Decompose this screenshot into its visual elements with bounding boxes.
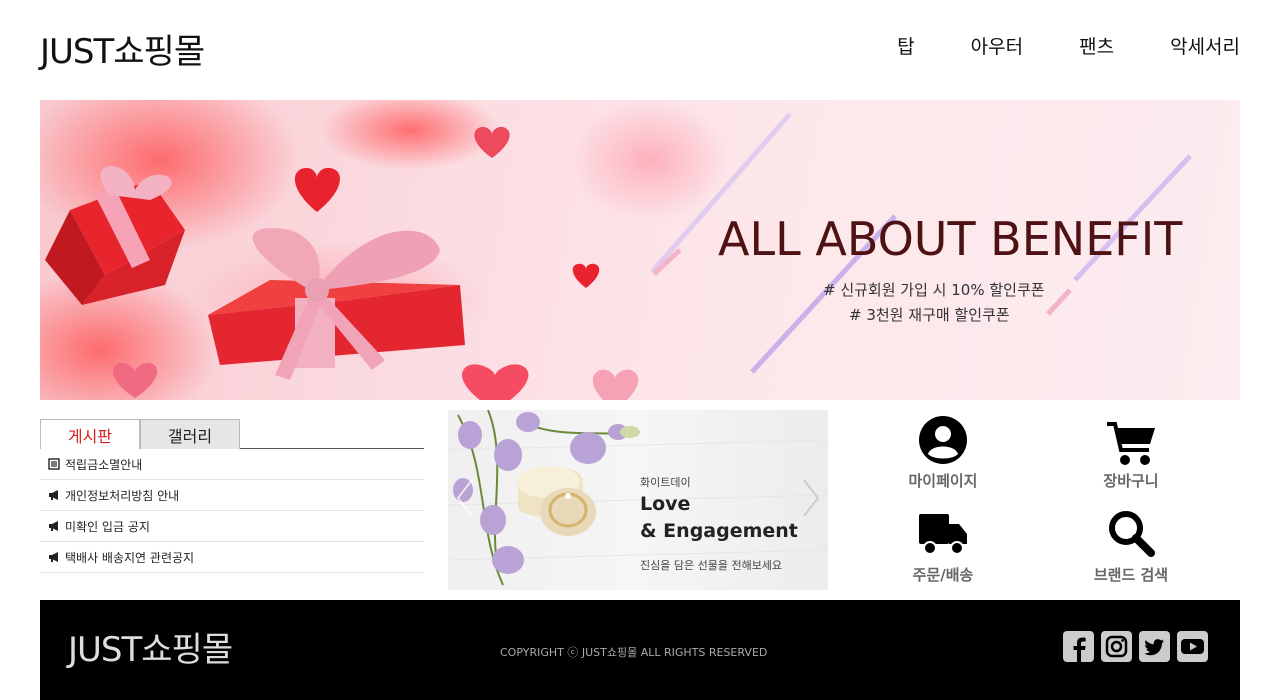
quick-label-cart: 장바구니 [1103, 472, 1159, 490]
footer: JUST쇼핑몰 COPYRIGHT ⓒ JUST쇼핑몰 ALL RIGHTS R… [40, 600, 1240, 700]
footer-logo[interactable]: JUST쇼핑몰 [68, 622, 233, 671]
notice-board: 게시판 갤러리 적립금소멸안내 개인정보처리방침 안내 미확인 입금 공지 택배… [40, 419, 424, 573]
list-icon [48, 458, 60, 470]
cart-icon [1103, 412, 1159, 468]
list-item-text: 택배사 배송지연 관련공지 [65, 550, 195, 565]
page: JUST쇼핑몰 탑 아우터 팬츠 악세서리 ALL ABOUT BENEFIT … [0, 0, 1280, 700]
tab-board[interactable]: 게시판 [40, 419, 140, 449]
promo-slide[interactable]: 화이트데이 Love & Engagement 진심을 담은 선물을 전해보세요 [448, 410, 828, 590]
promo-title-line2: & Engagement [640, 520, 798, 542]
order-delivery-button[interactable]: 주문/배송 [863, 506, 1023, 585]
nav-item-pants[interactable]: 팬츠 [1079, 32, 1114, 59]
nav-item-outer[interactable]: 아우터 [971, 32, 1023, 59]
user-circle-icon [915, 412, 971, 468]
promo-subtitle: 화이트데이 [640, 476, 691, 489]
tab-gallery[interactable]: 갤러리 [140, 419, 240, 449]
quick-label-mypage: 마이페이지 [908, 472, 978, 490]
megaphone-icon [48, 520, 60, 532]
board-list: 적립금소멸안내 개인정보처리방침 안내 미확인 입금 공지 택배사 배송지연 관… [40, 449, 424, 573]
list-item-text: 개인정보처리방침 안내 [65, 488, 180, 503]
nav-item-accessory[interactable]: 악세서리 [1170, 32, 1240, 59]
mypage-button[interactable]: 마이페이지 [863, 412, 1023, 491]
list-item[interactable]: 적립금소멸안내 [40, 449, 424, 480]
cart-button[interactable]: 장바구니 [1051, 412, 1211, 491]
youtube-icon[interactable] [1177, 631, 1208, 662]
truck-icon [915, 506, 971, 562]
next-arrow-icon[interactable] [800, 476, 822, 520]
banner-title: ALL ABOUT BENEFIT [718, 212, 1183, 266]
quick-label-brand-search: 브랜드 검색 [1093, 566, 1169, 584]
promo-title-line1: Love [640, 493, 691, 515]
list-item-text: 미확인 입금 공지 [65, 519, 150, 534]
megaphone-icon [48, 489, 60, 501]
instagram-icon[interactable] [1101, 631, 1132, 662]
banner-coupon-text-1: # 신규회원 가입 시 10% 할인쿠폰 [823, 281, 1045, 299]
board-tabs: 게시판 갤러리 [40, 419, 424, 449]
search-icon [1103, 506, 1159, 562]
ring-box [516, 466, 596, 536]
social-links [1063, 631, 1208, 662]
promo-description: 진심을 담은 선물을 전해보세요 [640, 559, 783, 572]
facebook-icon[interactable] [1063, 631, 1094, 662]
site-logo[interactable]: JUST쇼핑몰 [40, 24, 205, 73]
megaphone-icon [48, 551, 60, 563]
list-item[interactable]: 택배사 배송지연 관련공지 [40, 542, 424, 573]
copyright-text: COPYRIGHT ⓒ JUST쇼핑몰 ALL RIGHTS RESERVED [500, 646, 768, 659]
nav-item-top[interactable]: 탑 [897, 32, 914, 59]
twitter-icon[interactable] [1139, 631, 1170, 662]
brand-search-button[interactable]: 브랜드 검색 [1051, 506, 1211, 585]
prev-arrow-icon[interactable] [454, 476, 476, 520]
list-item[interactable]: 미확인 입금 공지 [40, 511, 424, 542]
list-item-text: 적립금소멸안내 [65, 457, 143, 472]
list-item[interactable]: 개인정보처리방침 안내 [40, 480, 424, 511]
banner-coupon-text-2: # 3천원 재구매 할인쿠폰 [849, 306, 1010, 324]
quick-menu: 마이페이지 장바구니 주문/배송 브랜드 검색 [848, 410, 1240, 590]
quick-label-order: 주문/배송 [912, 566, 974, 584]
hero-banner[interactable]: ALL ABOUT BENEFIT # 신규회원 가입 시 10% 할인쿠폰 #… [40, 100, 1240, 400]
main-nav: 탑 아우터 팬츠 악세서리 [841, 32, 1240, 59]
